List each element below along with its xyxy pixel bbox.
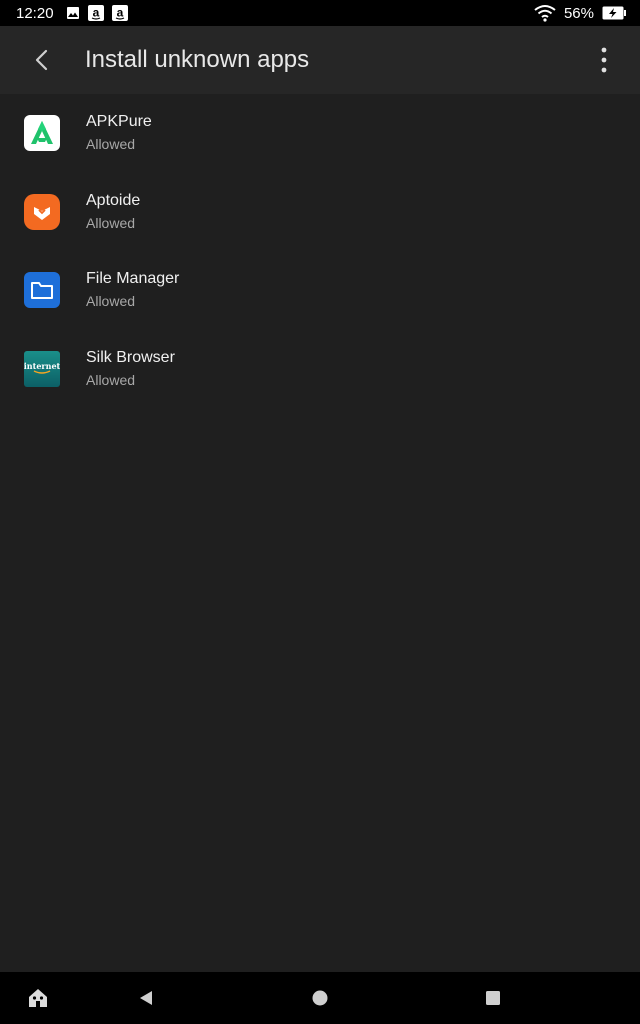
battery-charging-icon: [602, 6, 626, 20]
recents-square-icon: [486, 991, 500, 1005]
app-text: APKPure Allowed: [86, 112, 152, 154]
app-status: Allowed: [86, 136, 136, 153]
app-list: APKPure Allowed Aptoide Allowed File Man…: [0, 94, 640, 408]
aptoide-icon: [24, 193, 60, 230]
app-text: Aptoide Allowed: [86, 191, 140, 233]
app-row-apkpure[interactable]: APKPure Allowed: [0, 94, 640, 173]
app-name: Aptoide: [86, 191, 141, 209]
back-button[interactable]: [18, 36, 66, 84]
status-bar: 12:20 a a 56%: [0, 0, 640, 26]
app-row-file-manager[interactable]: File Manager Allowed: [0, 251, 640, 330]
status-time: 12:20: [16, 4, 54, 22]
folder-icon: [24, 272, 60, 309]
battery-percent: 56%: [563, 4, 594, 22]
apkpure-icon: [24, 115, 60, 152]
app-row-silk-browser[interactable]: internet Silk Browser Allowed: [0, 330, 640, 409]
app-name: Silk Browser: [86, 348, 175, 366]
svg-text:a: a: [92, 6, 99, 20]
page-title: Install unknown apps: [85, 46, 310, 73]
home-icon: [29, 989, 47, 1007]
silk-browser-icon: internet: [24, 350, 60, 387]
silk-icon-text: internet: [24, 361, 60, 372]
nav-recents-button[interactable]: [473, 978, 513, 1018]
home-shortcut-button[interactable]: [18, 978, 58, 1018]
amazon-icon: a: [111, 5, 128, 21]
amazon-icon: a: [87, 5, 104, 21]
app-name: File Manager: [86, 270, 180, 288]
svg-text:a: a: [116, 6, 123, 20]
app-status: Allowed: [86, 214, 136, 231]
home-circle-icon: [312, 990, 328, 1006]
app-bar: Install unknown apps: [0, 26, 640, 94]
app-status: Allowed: [86, 371, 136, 388]
nav-home-button[interactable]: [300, 978, 340, 1018]
app-status: Allowed: [86, 293, 136, 310]
app-text: Silk Browser Allowed: [86, 348, 175, 390]
wifi-icon: [534, 4, 556, 22]
back-triangle-icon: [140, 991, 152, 1005]
more-options-button[interactable]: [580, 36, 628, 84]
status-right: 56%: [534, 4, 626, 22]
more-vertical-icon: [601, 47, 607, 73]
app-name: APKPure: [86, 113, 152, 131]
status-left: 12:20 a a: [16, 5, 128, 22]
app-row-aptoide[interactable]: Aptoide Allowed: [0, 173, 640, 252]
app-text: File Manager Allowed: [86, 269, 179, 311]
image-icon: [66, 6, 80, 20]
nav-back-button[interactable]: [126, 978, 166, 1018]
screen: 12:20 a a 56% Install unknown apps APKPu…: [0, 0, 640, 1024]
nav-bar: [0, 972, 640, 1024]
back-arrow-icon: [35, 49, 48, 71]
